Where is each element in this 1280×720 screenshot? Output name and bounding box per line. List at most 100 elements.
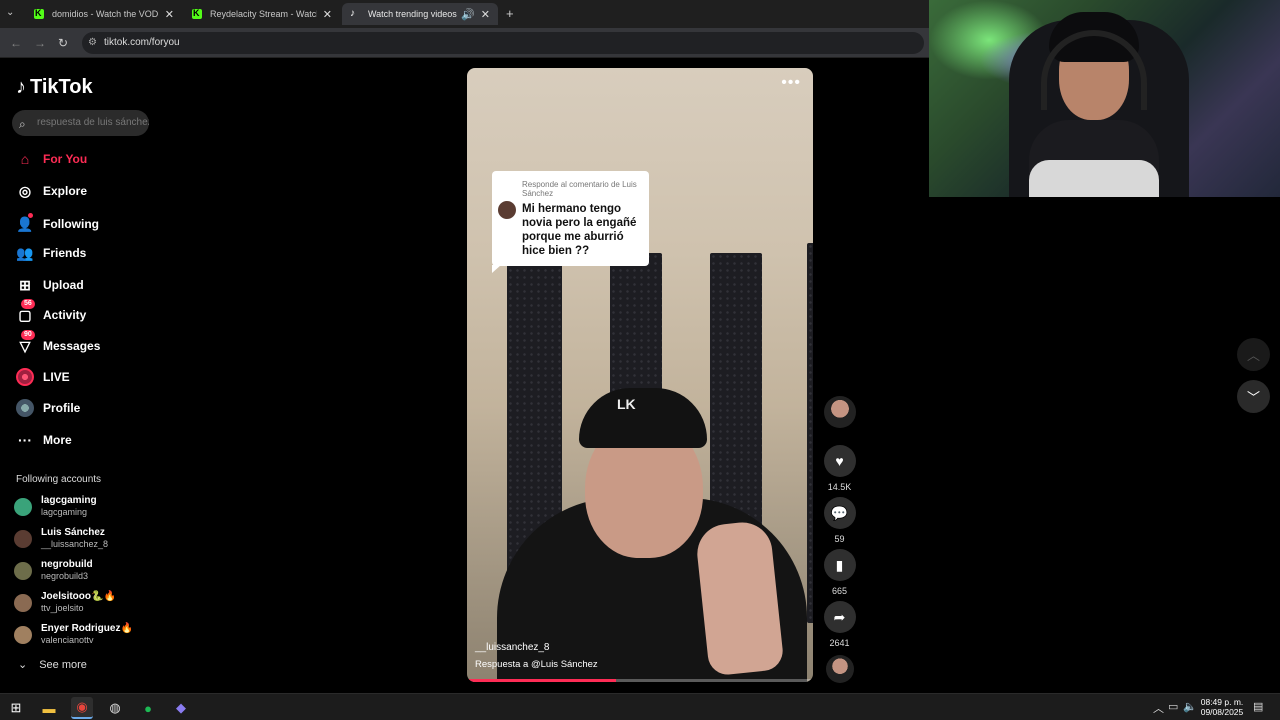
progress-fill: [467, 679, 616, 682]
like-button[interactable]: ♥ 14.5K: [823, 445, 856, 492]
sidebar: ♪ TikTok ⌕ respuesta de luis sánchez ⌂ F…: [0, 58, 160, 693]
nav-label: LIVE: [43, 370, 70, 384]
kick-icon: [192, 8, 202, 19]
nav-label: Following: [43, 217, 99, 231]
nav-activity[interactable]: ▢ 56 Activity: [16, 299, 87, 324]
tab-title: domidios - Watch the VOD on Kick: [52, 9, 159, 19]
following-account[interactable]: lagcgaming lagcgaming: [14, 495, 97, 518]
close-tab-icon[interactable]: ✕: [481, 8, 490, 21]
start-button[interactable]: ⊞: [5, 697, 27, 719]
nav-live[interactable]: LIVE: [16, 368, 70, 386]
nav-label: Activity: [43, 308, 87, 322]
account-name: negrobuild: [41, 559, 93, 570]
compass-icon: ◎: [18, 182, 32, 199]
nav-following[interactable]: 👤 Following: [16, 213, 99, 233]
new-tab-button[interactable]: +: [506, 6, 514, 21]
nav-label: For You: [43, 152, 88, 166]
share-button[interactable]: ➦ 2641: [823, 601, 856, 648]
following-icon: 👤: [16, 213, 34, 233]
nav-for-you[interactable]: ⌂ For You: [16, 150, 87, 168]
messages-icon: ▽ 90: [16, 330, 35, 355]
browser-tab-3[interactable]: ♪ Watch trending videos for you 🔊 ✕: [342, 3, 498, 25]
see-more-button[interactable]: ⌄ See more: [18, 658, 87, 672]
account-name: Joelsitooo🐍🔥: [41, 591, 116, 602]
account-name: lagcgaming: [41, 495, 97, 506]
progress-bar[interactable]: [467, 679, 813, 682]
nav-messages[interactable]: ▽ 90 Messages: [16, 330, 100, 355]
url-field[interactable]: ⚙ tiktok.com/foryou: [82, 32, 924, 54]
bookmark-icon: ▮: [823, 549, 856, 581]
reload-icon[interactable]: ↻: [58, 36, 68, 50]
tab-title: Watch trending videos for you: [368, 9, 459, 19]
spotify-icon[interactable]: ●: [137, 697, 159, 719]
system-clock[interactable]: 08:49 p. m. 09/08/2025: [1196, 697, 1248, 717]
browser-tab-2[interactable]: Reydelacity Stream - Watch Live on Kick …: [184, 3, 340, 25]
account-name: Luis Sánchez: [41, 527, 105, 538]
creator-avatar-image: [823, 396, 856, 428]
more-options-icon[interactable]: •••: [781, 74, 801, 92]
discord-icon[interactable]: ◆: [170, 697, 192, 719]
comment-button[interactable]: 💬 59: [823, 497, 856, 544]
account-handle: valencianottv: [41, 635, 94, 645]
nav-more[interactable]: ··· More: [16, 431, 72, 449]
kick-icon: [34, 8, 44, 19]
following-account[interactable]: Enyer Rodriguez🔥 valencianottv: [14, 623, 133, 646]
tiktok-note-icon: ♪: [16, 76, 26, 98]
tray-overflow-icon[interactable]: ︿: [1153, 700, 1164, 716]
account-avatar: [14, 529, 32, 548]
app-icon[interactable]: ◍: [104, 697, 126, 719]
network-icon[interactable]: ▭: [1168, 700, 1178, 713]
nav-label: Upload: [43, 278, 84, 292]
tiktok-logo[interactable]: ♪ TikTok: [16, 76, 93, 99]
nav-upload[interactable]: ⊞ Upload: [16, 276, 84, 294]
following-account[interactable]: negrobuild negrobuild3: [14, 559, 93, 582]
activity-badge: 56: [21, 299, 35, 309]
nav-label: Profile: [43, 401, 81, 415]
account-avatar: [14, 625, 32, 644]
nav-friends[interactable]: 👥 Friends: [16, 244, 86, 262]
account-handle: negrobuild3: [41, 571, 89, 581]
share-icon: ➦: [823, 601, 856, 633]
clock-date: 09/08/2025: [1200, 707, 1244, 717]
live-icon: [16, 368, 34, 386]
volume-icon[interactable]: 🔈: [1183, 700, 1197, 713]
save-button[interactable]: ▮ 665: [823, 549, 856, 596]
reply-label: Responde al comentario de Luis Sánchez: [522, 180, 637, 198]
video-username[interactable]: __luissanchez_8: [475, 642, 550, 653]
activity-icon: ▢ 56: [16, 299, 35, 324]
back-icon[interactable]: ←: [10, 36, 22, 50]
logo-text: TikTok: [30, 76, 93, 98]
site-info-icon[interactable]: ⚙: [88, 32, 97, 54]
webcam-jacket-stripe: [1029, 160, 1159, 197]
creator-avatar[interactable]: [823, 396, 856, 428]
nav-explore[interactable]: ◎ Explore: [16, 182, 87, 200]
close-tab-icon[interactable]: ✕: [165, 8, 174, 21]
sound-avatar[interactable]: [823, 655, 856, 683]
share-count: 2641: [829, 638, 850, 648]
tiktok-icon: ♪: [350, 8, 355, 19]
previous-video-button[interactable]: ︿: [1237, 338, 1270, 371]
video-player[interactable]: LK ••• Responde al comentario de Luis Sá…: [467, 68, 813, 682]
home-icon: ⌂: [20, 151, 30, 167]
chrome-icon[interactable]: ◉: [71, 697, 93, 719]
tab-list-button[interactable]: ⌄: [6, 7, 14, 18]
following-account[interactable]: Joelsitooo🐍🔥 ttv_joelsito: [14, 591, 116, 614]
comment-text: Mi hermano tengo novia pero la engañé po…: [522, 203, 637, 257]
browser-tab-1[interactable]: domidios - Watch the VOD on Kick ✕: [26, 3, 182, 25]
person-cap: [579, 388, 707, 448]
search-input[interactable]: ⌕ respuesta de luis sánchez: [12, 110, 149, 136]
chevron-down-icon: ⌄: [18, 659, 28, 671]
close-tab-icon[interactable]: ✕: [323, 8, 332, 21]
forward-icon[interactable]: →: [34, 36, 46, 50]
next-video-button[interactable]: ﹀: [1237, 380, 1270, 413]
search-icon: ⌕: [19, 117, 26, 131]
following-account[interactable]: Luis Sánchez __luissanchez_8: [14, 527, 108, 550]
reply-comment-card: Responde al comentario de Luis Sánchez M…: [492, 171, 649, 273]
url-text: tiktok.com/foryou: [104, 37, 180, 48]
file-explorer-icon[interactable]: ▬: [38, 697, 60, 719]
tab-title: Reydelacity Stream - Watch Live on Kick: [210, 9, 317, 19]
notifications-icon[interactable]: ▤: [1253, 700, 1263, 713]
nav-profile[interactable]: Profile: [16, 399, 80, 417]
speaker-icon[interactable]: 🔊: [461, 8, 475, 21]
account-avatar: [14, 593, 32, 612]
